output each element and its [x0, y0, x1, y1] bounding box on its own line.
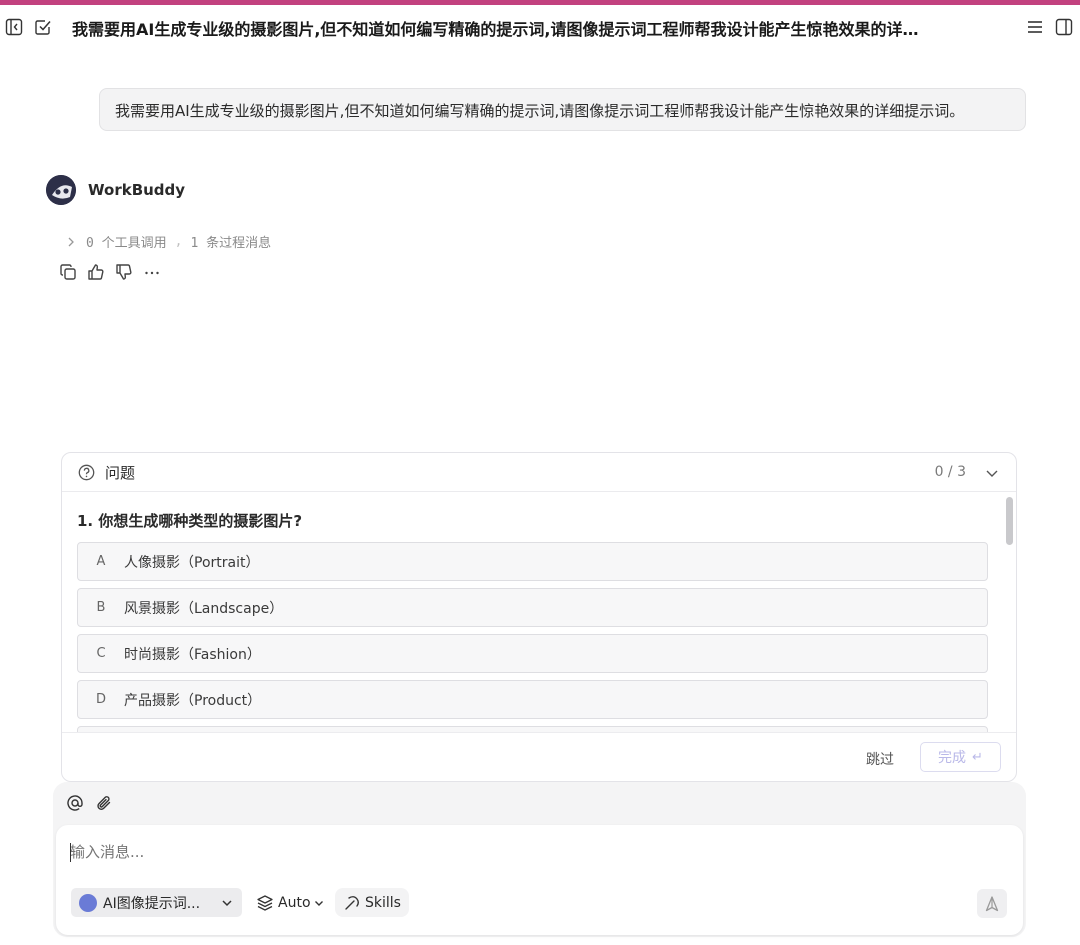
message-actions	[59, 263, 161, 281]
question-panel-header: 问题 0 / 3	[62, 453, 1016, 492]
question-panel-title: 问题	[105, 463, 136, 482]
split-panel-icon[interactable]	[1054, 17, 1074, 37]
menu-icon[interactable]	[1025, 17, 1045, 37]
option-label: 风景摄影（Landscape）	[124, 600, 284, 617]
avatar	[46, 175, 76, 205]
scrollbar[interactable]	[1006, 497, 1013, 545]
page-title: 我需要用AI生成专业级的摄影图片,但不知道如何编写精确的提示词,请图像提示词工程…	[72, 20, 932, 39]
thumbs-up-icon[interactable]	[87, 263, 105, 281]
mention-icon[interactable]	[66, 794, 84, 812]
assistant-header: WorkBuddy	[46, 175, 185, 205]
enter-icon: ↵	[972, 749, 983, 765]
option-d[interactable]: D 产品摄影（Product）	[77, 680, 988, 719]
done-label: 完成	[938, 750, 967, 766]
chevron-right-icon	[68, 237, 74, 246]
pickaxe-icon	[345, 895, 359, 910]
option-c[interactable]: C 时尚摄影（Fashion）	[77, 634, 988, 673]
option-a[interactable]: A 人像摄影（Portrait）	[77, 542, 988, 581]
text-caret	[70, 843, 71, 862]
user-message: 我需要用AI生成专业级的摄影图片,但不知道如何编写精确的提示词,请图像提示词工程…	[99, 88, 1026, 131]
done-button[interactable]: 完成 ↵	[920, 742, 1001, 772]
skills-label: Skills	[365, 894, 401, 911]
chevron-down-icon	[314, 900, 323, 906]
collapse-sidebar-icon[interactable]	[4, 17, 24, 37]
process-message-count: 1 条过程消息	[190, 236, 272, 251]
paperclip-icon[interactable]	[95, 794, 113, 812]
skills-button[interactable]: Skills	[335, 888, 409, 917]
top-bar: 我需要用AI生成专业级的摄影图片,但不知道如何编写精确的提示词,请图像提示词工程…	[0, 5, 1080, 49]
option-letter: D	[95, 692, 106, 707]
send-button[interactable]	[977, 889, 1007, 918]
layers-icon	[257, 894, 273, 911]
composer-input-area: AI图像提示词... Auto Skills	[56, 825, 1023, 935]
thumbs-down-icon[interactable]	[115, 263, 133, 281]
question-panel-footer: 跳过 完成 ↵	[62, 732, 1016, 781]
question-body: 1. 你想生成哪种类型的摄影图片? A 人像摄影（Portrait） B 风景摄…	[62, 493, 1016, 733]
agent-selector[interactable]: AI图像提示词...	[71, 888, 242, 917]
assistant-name: WorkBuddy	[88, 181, 186, 199]
option-label: 产品摄影（Product）	[124, 692, 262, 709]
option-b[interactable]: B 风景摄影（Landscape）	[77, 588, 988, 627]
option-letter: A	[96, 554, 106, 569]
task-check-icon[interactable]	[33, 17, 53, 37]
copy-icon[interactable]	[59, 263, 77, 281]
skip-button[interactable]: 跳过	[866, 749, 894, 769]
tool-call-count: 0 个工具调用	[86, 236, 167, 251]
option-label: 时尚摄影（Fashion）	[124, 646, 261, 663]
question-text: 1. 你想生成哪种类型的摄影图片?	[77, 512, 303, 530]
option-letter: B	[96, 600, 106, 615]
process-separator: ,	[174, 234, 183, 249]
chevron-down-icon[interactable]	[984, 465, 1000, 481]
question-progress: 0 / 3	[934, 464, 966, 480]
message-input[interactable]	[70, 841, 970, 863]
question-panel: 问题 0 / 3 1. 你想生成哪种类型的摄影图片? A 人像摄影（Portra…	[61, 452, 1017, 782]
process-summary-toggle[interactable]: 0 个工具调用 , 1 条过程消息	[66, 232, 271, 251]
send-icon	[985, 895, 999, 911]
option-letter: C	[96, 646, 106, 661]
message-composer: AI图像提示词... Auto Skills	[53, 782, 1026, 937]
agent-avatar	[79, 893, 97, 912]
mode-label: Auto	[278, 894, 311, 911]
mode-selector[interactable]: Auto	[252, 888, 329, 917]
question-circle-icon	[78, 464, 95, 480]
chevron-down-icon	[222, 899, 232, 906]
agent-label: AI图像提示词...	[103, 895, 201, 912]
option-label: 人像摄影（Portrait）	[124, 554, 260, 571]
more-options-icon[interactable]	[143, 263, 161, 281]
